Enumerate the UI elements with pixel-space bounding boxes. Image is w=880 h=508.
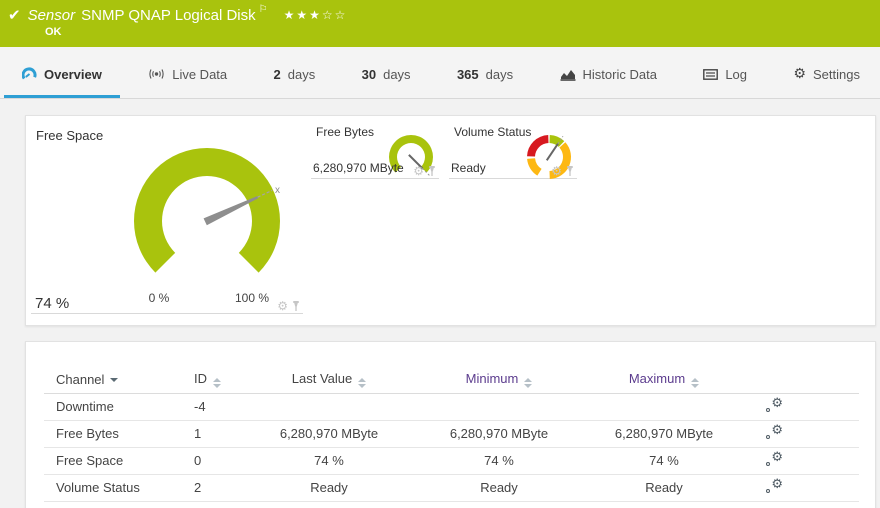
tab-live-data[interactable]: Live Data (130, 47, 245, 98)
free-space-gauge: x 0 % 100 % (31, 121, 303, 311)
column-label: Channel (56, 372, 104, 387)
channel-table-panel: Channel ID Last Value Minimum Maximum (25, 341, 876, 508)
cell-id: 1 (194, 420, 249, 447)
cell-id: 0 (194, 447, 249, 474)
cell-channel[interactable]: Downtime (44, 393, 194, 420)
sensor-status-badge: OK (45, 26, 870, 38)
gauge-title: Free Bytes (316, 125, 374, 139)
chart-icon (560, 68, 576, 81)
sort-desc-icon (110, 378, 118, 382)
column-label: Last Value (292, 371, 352, 386)
table-row: Volume Status 2 Ready Ready Ready ⚙ (44, 474, 859, 501)
sensor-header: ✔ Sensor SNMP QNAP Logical Disk ⚐ ★★★☆☆ … (0, 0, 880, 47)
gauge-icon (22, 67, 37, 81)
channel-settings-icon[interactable]: ⚙ (765, 451, 783, 467)
live-data-icon (148, 68, 165, 80)
gauge-title: Free Space (36, 128, 103, 143)
cell-last-value (249, 393, 409, 420)
table-row: Free Bytes 1 6,280,970 MByte 6,280,970 M… (44, 420, 859, 447)
gear-icon: ⚙ (793, 66, 806, 82)
tab-overview[interactable]: Overview (4, 47, 120, 98)
column-header-maximum[interactable]: Maximum (589, 366, 739, 393)
cell-channel[interactable]: Free Space (44, 447, 194, 474)
tab-label: days (486, 67, 513, 82)
tab-30-days[interactable]: 30 days (344, 47, 429, 98)
cell-id: -4 (194, 393, 249, 420)
column-label: Minimum (466, 371, 519, 386)
channel-table: Channel ID Last Value Minimum Maximum (44, 366, 859, 502)
tab-settings[interactable]: ⚙ Settings (775, 47, 878, 98)
sort-icon (358, 378, 366, 388)
tab-label: Historic Data (583, 67, 657, 82)
cell-maximum (589, 393, 739, 420)
gauge-value: 74 % (35, 295, 69, 312)
tab-label: Log (725, 67, 747, 82)
gauge-settings-gear-icon[interactable]: ⚙ (413, 165, 424, 177)
cell-minimum: 6,280,970 MByte (409, 420, 589, 447)
tab-label: Settings (813, 67, 860, 82)
tab-label: days (288, 67, 315, 82)
tab-label: days (383, 67, 410, 82)
gauge-max-label: 100 % (235, 291, 269, 305)
channel-settings-icon[interactable]: ⚙ (765, 397, 783, 413)
cell-last-value: 74 % (249, 447, 409, 474)
cell-minimum: 74 % (409, 447, 589, 474)
cell-minimum (409, 393, 589, 420)
table-row: Free Space 0 74 % 74 % 74 % ⚙ (44, 447, 859, 474)
tab-label: Live Data (172, 67, 227, 82)
priority-flag-icon[interactable]: ⚐ (259, 4, 268, 15)
gauge-tile-free-space: x 0 % 100 % Free Space 74 % ⚙ (31, 121, 303, 314)
tab-number: 365 (457, 67, 479, 82)
cell-maximum: 74 % (589, 447, 739, 474)
column-label: ID (194, 371, 207, 386)
cell-channel[interactable]: Volume Status (44, 474, 194, 501)
pin-icon[interactable] (427, 165, 437, 177)
gauge-value: Ready (451, 161, 486, 175)
tab-2-days[interactable]: 2 days (256, 47, 334, 98)
tab-historic-data[interactable]: Historic Data (542, 47, 675, 98)
pin-icon[interactable] (291, 300, 301, 312)
sort-icon (213, 378, 221, 388)
gauge-title: Volume Status (454, 125, 531, 139)
tab-log[interactable]: Log (685, 47, 765, 98)
cell-id: 2 (194, 474, 249, 501)
table-row: Downtime -4 ⚙ (44, 393, 859, 420)
gauge-tile-free-bytes: Free Bytes 6,280,970 MByte ⚙ (311, 121, 439, 179)
column-header-channel[interactable]: Channel (44, 366, 194, 393)
tab-number: 30 (362, 67, 376, 82)
column-label: Maximum (629, 371, 685, 386)
column-header-last-value[interactable]: Last Value (249, 366, 409, 393)
column-header-id[interactable]: ID (194, 366, 249, 393)
ok-check-icon: ✔ (8, 6, 21, 24)
cell-maximum: Ready (589, 474, 739, 501)
cell-maximum: 6,280,970 MByte (589, 420, 739, 447)
log-icon (703, 69, 718, 80)
gauge-settings-gear-icon[interactable]: ⚙ (551, 165, 562, 177)
gauge-min-label: 0 % (149, 291, 170, 305)
sensor-title: SNMP QNAP Logical Disk (81, 7, 256, 24)
sensor-kind-label: Sensor (28, 7, 76, 24)
cell-last-value: Ready (249, 474, 409, 501)
needle-x-marker: x (275, 185, 280, 196)
tab-bar: Overview Live Data 2 days 30 days 365 da… (0, 47, 880, 99)
cell-channel[interactable]: Free Bytes (44, 420, 194, 447)
channel-settings-icon[interactable]: ⚙ (765, 424, 783, 440)
pin-icon[interactable] (565, 165, 575, 177)
sort-icon (524, 378, 532, 388)
gauge-settings-gear-icon[interactable]: ⚙ (277, 300, 288, 312)
channel-settings-icon[interactable]: ⚙ (765, 478, 783, 494)
gauge-tile-volume-status: Volume Status Ready ⚙ (449, 121, 577, 179)
column-header-minimum[interactable]: Minimum (409, 366, 589, 393)
gauge-value: 6,280,970 MByte (313, 161, 404, 175)
priority-stars[interactable]: ★★★☆☆ (284, 8, 348, 22)
tab-365-days[interactable]: 365 days (439, 47, 531, 98)
gauges-panel: x 0 % 100 % Free Space 74 % ⚙ Free Bytes… (25, 115, 876, 326)
tab-number: 2 (274, 67, 281, 82)
tab-label: Overview (44, 67, 102, 82)
cell-last-value: 6,280,970 MByte (249, 420, 409, 447)
cell-minimum: Ready (409, 474, 589, 501)
sort-icon (691, 378, 699, 388)
